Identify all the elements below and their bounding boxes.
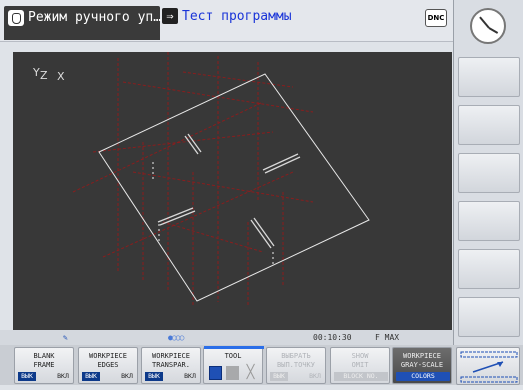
softkey-show-omit-block[interactable]: SHOW OMIT BLOCK NO. bbox=[330, 347, 390, 384]
softkey-label: ВЫП.ТОЧКУ bbox=[277, 361, 315, 369]
tool-display-icon[interactable] bbox=[209, 366, 222, 380]
softkey-label: BLANK bbox=[33, 352, 55, 360]
program-arrow-icon: ⇒ bbox=[162, 8, 178, 24]
vertical-softkey-6[interactable] bbox=[458, 297, 520, 337]
tab-manual-mode[interactable]: Режим ручного уп… bbox=[4, 6, 162, 40]
vertical-softkey-3[interactable] bbox=[458, 153, 520, 193]
tool-hide-icon[interactable]: ╳ bbox=[244, 366, 257, 380]
workpiece-graphic bbox=[72, 52, 370, 307]
softkey-label: WORKPIECE bbox=[152, 352, 190, 360]
toggle-off: ВКЛ bbox=[57, 372, 69, 380]
softkey-label: TRANSPAR. bbox=[152, 361, 190, 369]
softkey-label: WORKPIECE bbox=[89, 352, 127, 360]
softkey-label: WORKPIECE bbox=[403, 352, 441, 360]
softkey-blank-frame[interactable]: BLANK FRAME ВЫК ВКЛ bbox=[14, 347, 74, 384]
vertical-softkey-4[interactable] bbox=[458, 201, 520, 241]
simulation-viewport[interactable]: Y Z X bbox=[13, 52, 452, 330]
vertical-softkey-1[interactable] bbox=[458, 57, 520, 97]
feed-rate: F MAX bbox=[375, 333, 400, 342]
softkey-label: TOOL bbox=[224, 352, 242, 360]
toggle-on: ВЫК bbox=[270, 372, 288, 381]
toggle-off: ВКЛ bbox=[309, 372, 321, 380]
tool-ghost-icon[interactable] bbox=[226, 366, 239, 380]
toggle-on: ВЫК bbox=[18, 372, 36, 381]
softkey-select-end-point[interactable]: ВЫБРАТЬ ВЫП.ТОЧКУ ВЫК ВКЛ bbox=[266, 347, 326, 384]
hand-icon bbox=[8, 10, 24, 26]
tab-program-test[interactable]: ⇒ Тест программы bbox=[162, 6, 292, 26]
softkey-tool[interactable]: TOOL ╳ bbox=[203, 346, 264, 384]
toggle[interactable]: ВЫК ВКЛ bbox=[145, 372, 199, 381]
softkey-sub-label: COLORS bbox=[396, 372, 450, 381]
axis-z-label: Z bbox=[40, 69, 48, 82]
softkey-workpiece-grayscale[interactable]: WORKPIECE GRAY-SCALE COLORS bbox=[392, 347, 452, 384]
vertical-softkey-2[interactable] bbox=[458, 105, 520, 145]
softkey-workpiece-transparency[interactable]: WORKPIECE TRANSPAR. ВЫК ВКЛ bbox=[141, 347, 201, 384]
clock-icon bbox=[470, 8, 506, 44]
softkey-label: OMIT bbox=[351, 361, 369, 369]
toggle-off: ВКЛ bbox=[121, 372, 133, 380]
toggle-on: ВЫК bbox=[145, 372, 163, 381]
active-indicator bbox=[204, 346, 264, 349]
run-time: 00:10:30 bbox=[313, 333, 352, 342]
vertical-softkey-bar bbox=[453, 0, 523, 345]
softkey-label: SHOW bbox=[351, 352, 369, 360]
axis-x-label: X bbox=[57, 70, 65, 83]
program-tab-label: Тест программы bbox=[182, 8, 292, 24]
softkey-label: EDGES bbox=[97, 361, 119, 369]
header-bar: Режим ручного уп… ⇒ Тест программы DNC bbox=[0, 0, 453, 42]
mode-tab-label: Режим ручного уп… bbox=[28, 10, 162, 25]
toggle-on: ВЫК bbox=[82, 372, 100, 381]
toggle[interactable]: ВЫК ВКЛ bbox=[270, 372, 324, 381]
axis-y-label: Y bbox=[33, 66, 40, 79]
toggle[interactable]: ВЫК ВКЛ bbox=[82, 372, 136, 381]
horizontal-softkey-bar: BLANK FRAME ВЫК ВКЛ WORKPIECE EDGES ВЫК ВК… bbox=[0, 345, 523, 385]
softkey-label: ВЫБРАТЬ bbox=[281, 352, 311, 360]
softkey-workpiece-edges[interactable]: WORKPIECE EDGES ВЫК ВКЛ bbox=[78, 347, 138, 384]
vertical-softkey-5[interactable] bbox=[458, 249, 520, 289]
pencil-icon: ✎ bbox=[63, 333, 68, 342]
page-dots-icon: ●○○○ bbox=[168, 333, 184, 342]
dnc-badge: DNC bbox=[425, 9, 447, 27]
status-bar: ✎ ●○○○ 00:10:30 F MAX bbox=[0, 330, 453, 345]
softkey-next-bar[interactable] bbox=[456, 347, 520, 385]
softkey-label: FRAME bbox=[33, 361, 55, 369]
softkey-page-arrow-icon bbox=[460, 351, 518, 383]
softkey-sub-label: BLOCK NO. bbox=[334, 372, 388, 381]
toggle[interactable]: ВЫК ВКЛ bbox=[18, 372, 72, 381]
softkey-label: GRAY-SCALE bbox=[400, 361, 444, 369]
toggle-off: ВКЛ bbox=[184, 372, 196, 380]
